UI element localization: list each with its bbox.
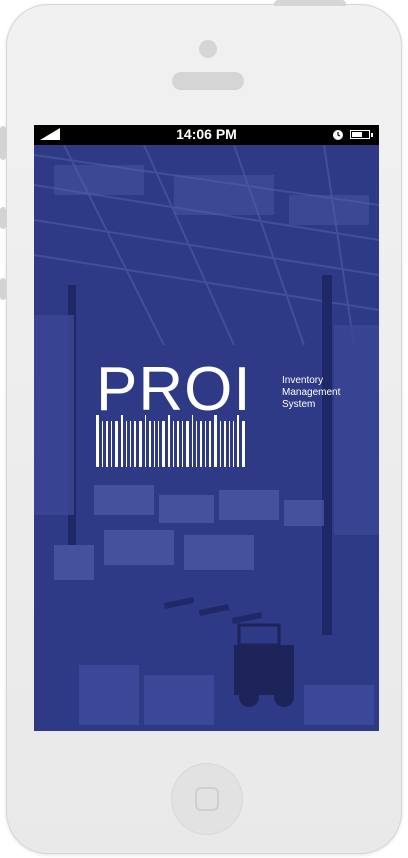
barcode-bar: [182, 421, 183, 467]
barcode-bar: [162, 421, 165, 467]
volume-up-button: [0, 207, 6, 229]
battery-level: [352, 132, 362, 137]
barcode-bar: [220, 421, 221, 467]
barcode-bar: [106, 421, 108, 467]
barcode-bar: [200, 421, 202, 467]
barcode-bar: [205, 421, 206, 467]
barcode-bar: [192, 415, 193, 467]
barcode-bar: [158, 421, 159, 467]
barcode-bar: [229, 421, 230, 467]
volume-down-button: [0, 278, 6, 300]
barcode-bar: [115, 421, 118, 467]
home-button-icon: [195, 787, 219, 811]
barcode-bar: [134, 421, 136, 467]
barcode-bar: [177, 421, 179, 467]
barcode-bar: [126, 421, 127, 467]
barcode-bar: [186, 421, 189, 467]
barcode-bar: [214, 415, 217, 467]
battery-tip: [371, 133, 373, 137]
barcode-bar: [209, 421, 211, 467]
app-screen: 14:06 PM PROI Inventory Management Syste…: [34, 125, 379, 731]
status-time: 14:06 PM: [176, 126, 237, 142]
logo-wordmark: PROI: [96, 355, 252, 424]
barcode-bar: [149, 421, 151, 467]
alarm-clock-icon: [333, 130, 343, 140]
proi-logo: PROI Inventory Management System: [94, 355, 354, 475]
power-button: [274, 0, 346, 6]
tagline-line-1: Inventory: [282, 375, 324, 386]
barcode-bar: [130, 421, 131, 467]
status-bar: 14:06 PM: [34, 125, 379, 145]
barcode-bar: [102, 421, 103, 467]
battery-icon: [350, 130, 370, 139]
barcode-bar: [154, 421, 155, 467]
mute-switch: [0, 126, 6, 160]
barcode-bar: [139, 421, 142, 467]
barcode-bar: [121, 415, 123, 467]
tagline-line-3: System: [282, 399, 316, 410]
barcode-bar: [168, 415, 170, 467]
barcode-bar: [145, 415, 146, 467]
barcode-bar: [111, 421, 112, 467]
tagline-line-2: Management: [282, 387, 341, 398]
barcode-icon: [96, 415, 245, 467]
barcode-bar: [196, 421, 197, 467]
barcode-bar: [237, 415, 239, 467]
barcode-bar: [96, 415, 99, 467]
front-camera: [199, 40, 217, 58]
barcode-bar: [224, 421, 226, 467]
barcode-bar: [173, 421, 174, 467]
logo-tagline: Inventory Management System: [282, 375, 362, 411]
barcode-bar: [242, 421, 245, 467]
barcode-bar: [233, 421, 234, 467]
earpiece-speaker: [172, 72, 244, 90]
